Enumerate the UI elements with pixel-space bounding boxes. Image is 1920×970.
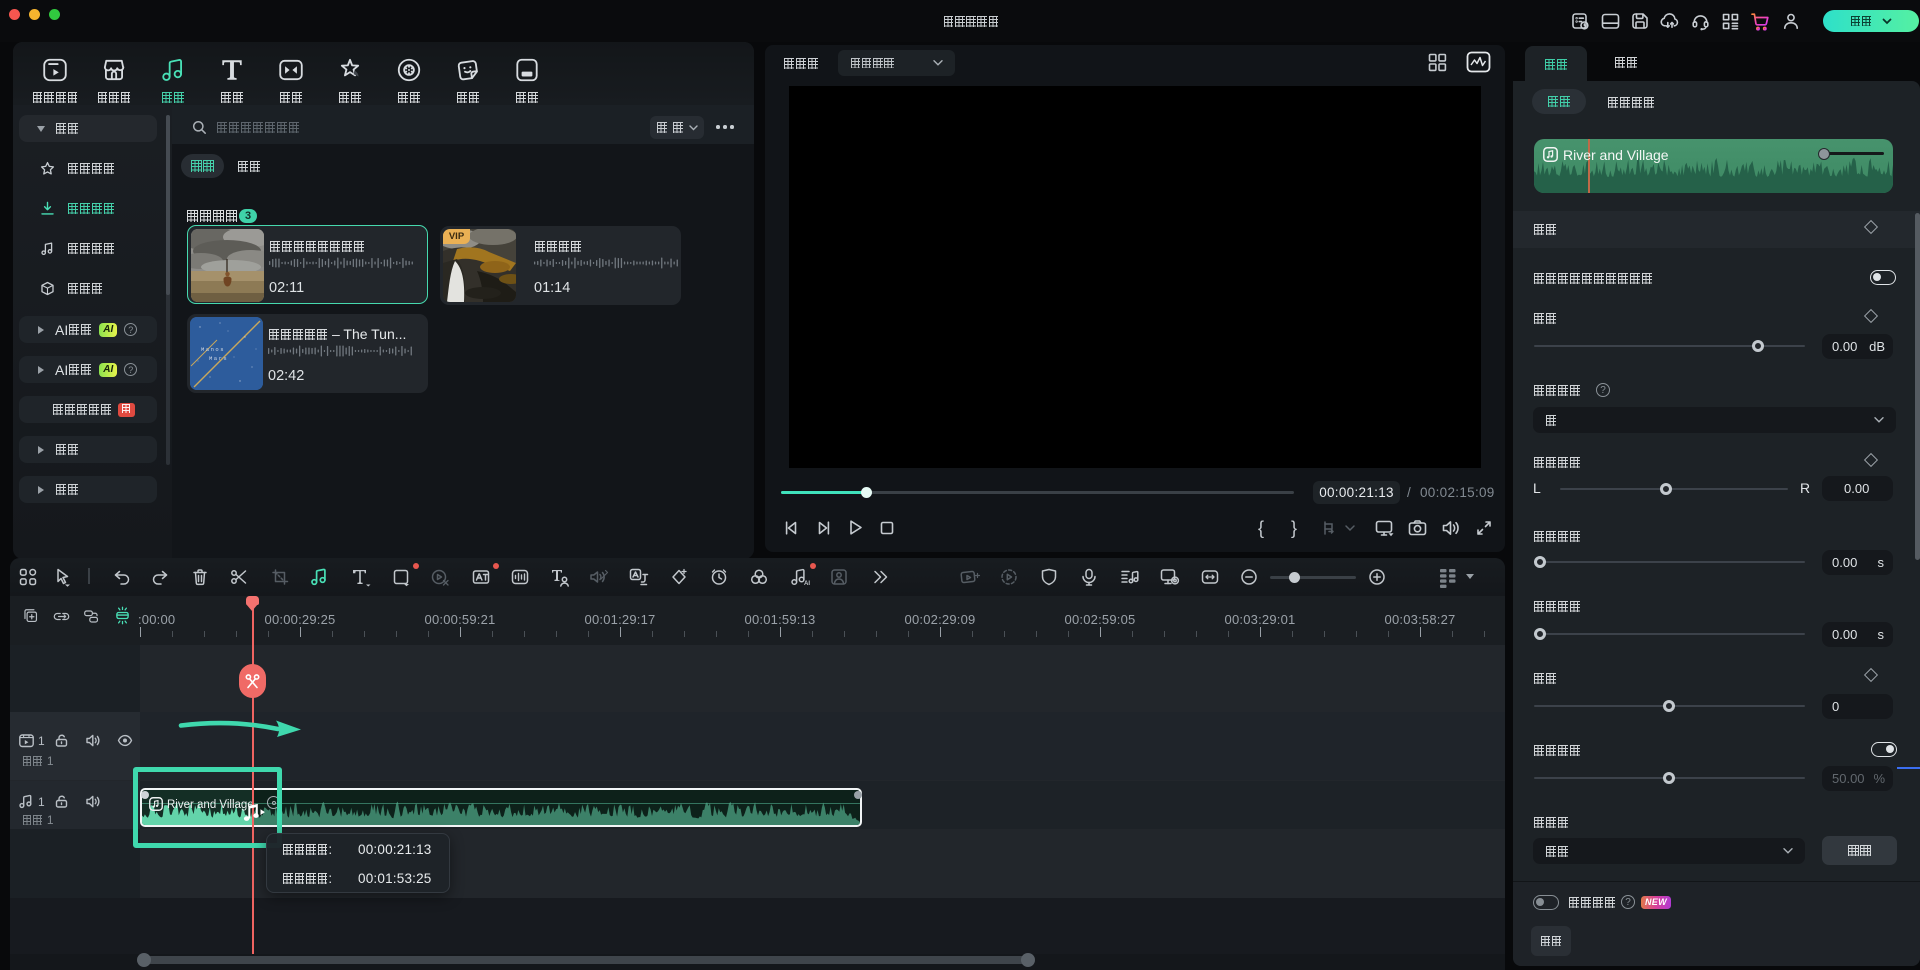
svg-text:Manos: Manos [201, 346, 225, 353]
svg-text:Mars: Mars [209, 355, 228, 362]
svg-text:AI: AI [804, 581, 810, 587]
